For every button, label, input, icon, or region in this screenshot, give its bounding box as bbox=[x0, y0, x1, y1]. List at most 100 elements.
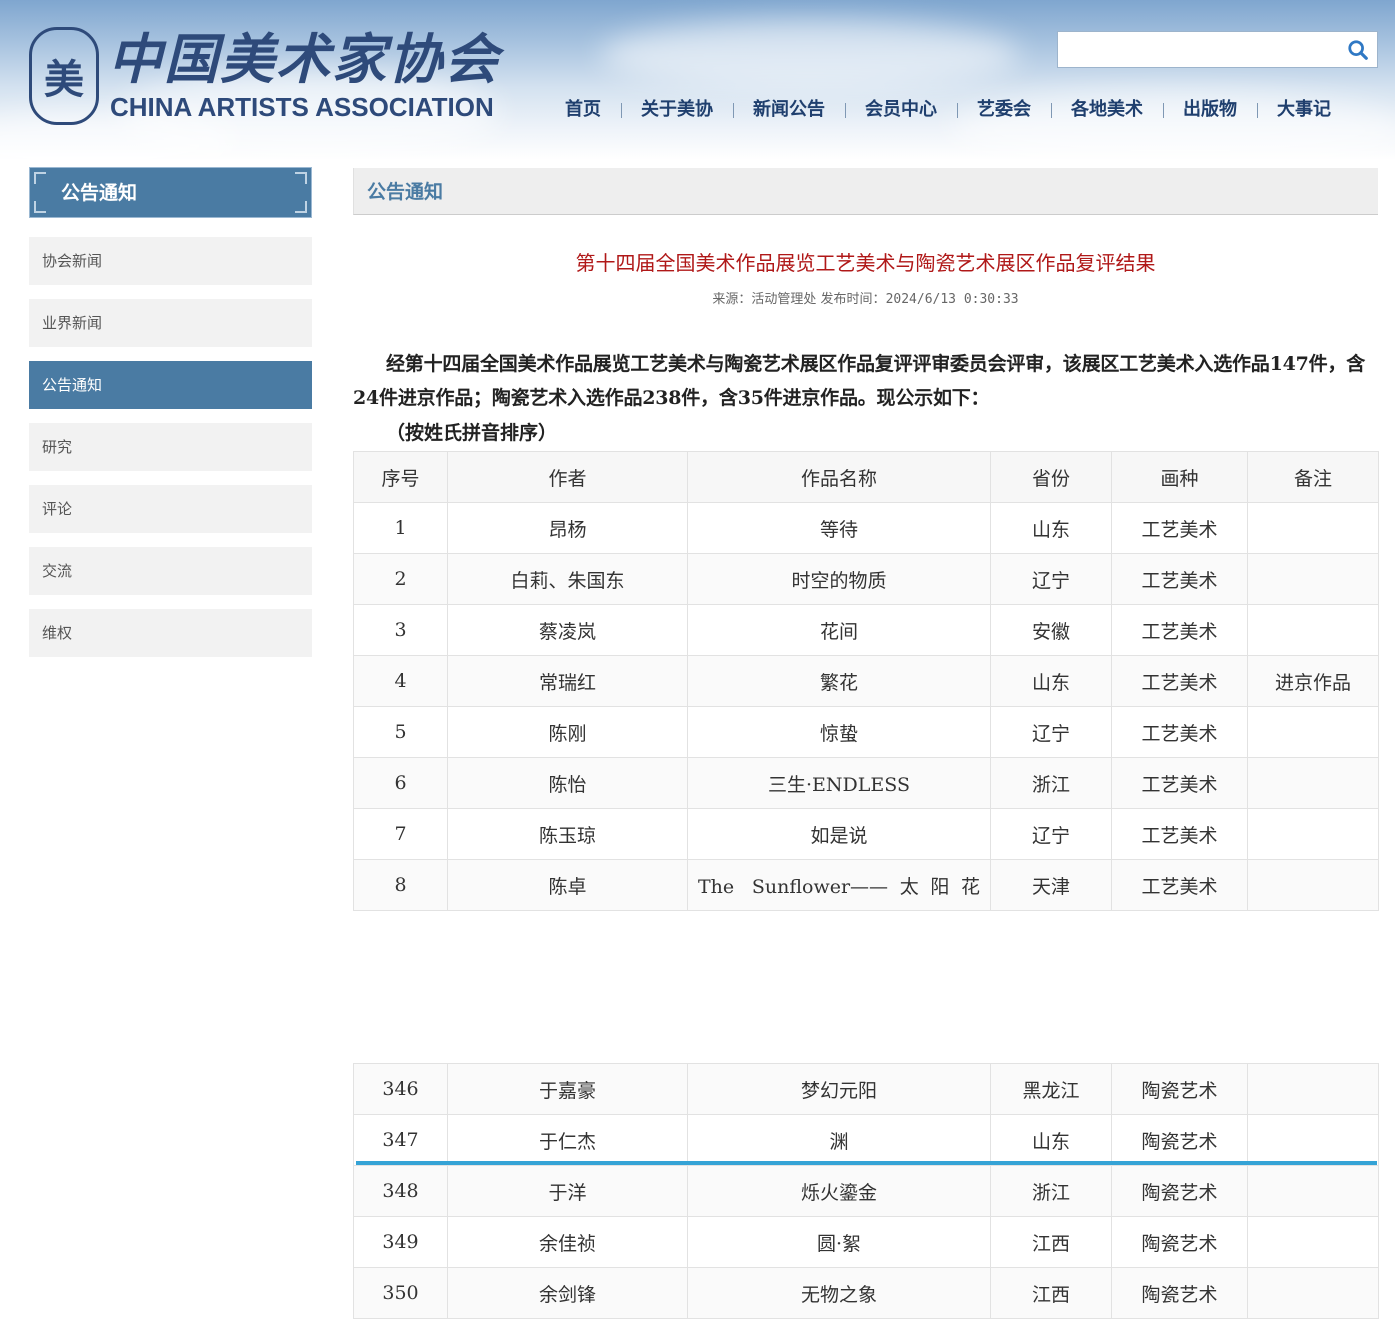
corner-ornament bbox=[34, 201, 46, 213]
table-cell bbox=[1247, 859, 1379, 911]
table-cell: 2 bbox=[353, 553, 448, 605]
nav-item-publications[interactable]: 出版物 bbox=[1163, 94, 1257, 126]
nav-item-about[interactable]: 关于美协 bbox=[621, 94, 733, 126]
table-cell bbox=[1247, 1165, 1379, 1217]
sidebar-title: 公告通知 bbox=[29, 167, 312, 218]
table-cell: 3 bbox=[353, 604, 448, 656]
table-cell: 5 bbox=[353, 706, 448, 758]
table-row: 346 于嘉豪 梦幻元阳 黑龙江 陶瓷艺术 bbox=[353, 1063, 1379, 1115]
sidebar-item-announcements[interactable]: 公告通知 bbox=[29, 361, 312, 409]
highlight-divider bbox=[356, 1161, 1377, 1165]
table-cell: 常瑞红 bbox=[447, 655, 688, 707]
logo-emblem[interactable]: 美 bbox=[29, 27, 99, 125]
table-gap bbox=[353, 911, 1378, 1063]
table-cell: 浙江 bbox=[990, 1165, 1112, 1217]
corner-ornament bbox=[295, 201, 307, 213]
section-title-bar: 公告通知 bbox=[353, 168, 1378, 215]
sidebar-title-label: 公告通知 bbox=[61, 182, 138, 204]
table-cell: 工艺美术 bbox=[1111, 502, 1248, 554]
table-row: 8 陈卓 The Sunflower——太阳花 天津 工艺美术 bbox=[353, 859, 1379, 911]
date-label: 发布时间： bbox=[820, 292, 886, 307]
table-cell: 山东 bbox=[990, 502, 1112, 554]
table-header-cell: 作者 bbox=[447, 451, 688, 503]
table-row: 6 陈怡 三生·ENDLESS 浙江 工艺美术 bbox=[353, 757, 1379, 809]
sidebar-item-industry-news[interactable]: 业界新闻 bbox=[29, 299, 312, 347]
table-cell: 陈卓 bbox=[447, 859, 688, 911]
nav-item-home[interactable]: 首页 bbox=[545, 94, 621, 126]
table-cell: 辽宁 bbox=[990, 808, 1112, 860]
article-title: 第十四届全国美术作品展览工艺美术与陶瓷艺术展区作品复评结果 bbox=[575, 251, 1156, 275]
table-cell: 渊 bbox=[687, 1114, 991, 1166]
table-cell: 江西 bbox=[990, 1267, 1112, 1319]
table-cell: 工艺美术 bbox=[1111, 553, 1248, 605]
corner-ornament bbox=[295, 172, 307, 184]
table-header-cell: 备注 bbox=[1247, 451, 1379, 503]
table-row: 5 陈刚 惊蛰 辽宁 工艺美术 bbox=[353, 706, 1379, 758]
table-cell: 安徽 bbox=[990, 604, 1112, 656]
table-cell: 余剑锋 bbox=[447, 1267, 688, 1319]
table-row: 4 常瑞红 繁花 山东 工艺美术 进京作品 bbox=[353, 655, 1379, 707]
table-cell: 工艺美术 bbox=[1111, 604, 1248, 656]
table-row: 347 于仁杰渊山东 陶瓷艺术 bbox=[353, 1114, 1379, 1166]
table-cell: 梦幻元阳 bbox=[687, 1063, 991, 1115]
table-row: 1 昂杨 等待 山东 工艺美术 bbox=[353, 502, 1379, 554]
nav-item-news[interactable]: 新闻公告 bbox=[733, 94, 845, 126]
table-cell: 时空的物质 bbox=[687, 553, 991, 605]
table-cell: 陶瓷艺术 bbox=[1111, 1216, 1248, 1268]
table-cell: 347 bbox=[353, 1114, 448, 1166]
search-icon[interactable] bbox=[1347, 39, 1369, 61]
table-cell: 于仁杰 bbox=[447, 1114, 688, 1166]
table-row: 3 蔡凌岚 花间 安徽 工艺美术 bbox=[353, 604, 1379, 656]
table-cell: 工艺美术 bbox=[1111, 808, 1248, 860]
nav-item-regional[interactable]: 各地美术 bbox=[1051, 94, 1163, 126]
logo-english-name[interactable]: CHINA ARTISTS ASSOCIATION bbox=[110, 91, 510, 123]
table-header-cell: 画种 bbox=[1111, 451, 1248, 503]
table-header-cell: 作品名称 bbox=[687, 451, 991, 503]
table-cell: 陶瓷艺术 bbox=[1111, 1063, 1248, 1115]
table-cell: 无物之象 bbox=[687, 1267, 991, 1319]
table-cell: 陈怡 bbox=[447, 757, 688, 809]
table-cell: 陈玉琼 bbox=[447, 808, 688, 860]
sidebar-item-rights[interactable]: 维权 bbox=[29, 609, 312, 657]
table-cell: 于洋 bbox=[447, 1165, 688, 1217]
table-cell: 8 bbox=[353, 859, 448, 911]
table-cell bbox=[1247, 553, 1379, 605]
table-header-row: 序号 作者 作品名称 省份 画种 备注 bbox=[353, 451, 1379, 503]
search-box bbox=[1057, 31, 1378, 68]
sidebar-item-research[interactable]: 研究 bbox=[29, 423, 312, 471]
table-cell: 惊蛰 bbox=[687, 706, 991, 758]
table-cell: 6 bbox=[353, 757, 448, 809]
table-cell: 349 bbox=[353, 1216, 448, 1268]
table-header-cell: 省份 bbox=[990, 451, 1112, 503]
table-header-cell: 序号 bbox=[353, 451, 448, 503]
nav-item-members[interactable]: 会员中心 bbox=[845, 94, 957, 126]
table-cell bbox=[1247, 1267, 1379, 1319]
search-input[interactable] bbox=[1058, 32, 1338, 67]
table-cell: 白莉、朱国东 bbox=[447, 553, 688, 605]
sidebar-item-association-news[interactable]: 协会新闻 bbox=[29, 237, 312, 285]
article-meta: 来源：活动管理处 发布时间：2024/6/13 0:30:33 bbox=[353, 288, 1378, 312]
table-cell: 蔡凌岚 bbox=[447, 604, 688, 656]
table-cell: 348 bbox=[353, 1165, 448, 1217]
table-cell bbox=[1247, 1114, 1379, 1166]
logo-chinese-name[interactable]: 中国美术家协会 bbox=[108, 26, 508, 92]
table-cell: 陈刚 bbox=[447, 706, 688, 758]
site-header: 美 中国美术家协会 CHINA ARTISTS ASSOCIATION 首页 关… bbox=[0, 0, 1395, 160]
nav-item-art-committee[interactable]: 艺委会 bbox=[957, 94, 1051, 126]
source-value: 活动管理处 bbox=[751, 292, 817, 307]
table-cell: 工艺美术 bbox=[1111, 655, 1248, 707]
nav-item-chronicle[interactable]: 大事记 bbox=[1257, 94, 1351, 126]
table-row: 7 陈玉琼 如是说 辽宁 工艺美术 bbox=[353, 808, 1379, 860]
source-label: 来源： bbox=[712, 292, 752, 307]
table-cell: 烁火鎏金 bbox=[687, 1165, 991, 1217]
table-cell: 余佳祯 bbox=[447, 1216, 688, 1268]
sidebar-item-exchange[interactable]: 交流 bbox=[29, 547, 312, 595]
table-cell: 山东 bbox=[990, 655, 1112, 707]
sidebar-item-commentary[interactable]: 评论 bbox=[29, 485, 312, 533]
results-table-bottom: 346 于嘉豪 梦幻元阳 黑龙江 陶瓷艺术 347 于仁杰渊山东 陶瓷艺术 348 于洋 烁火鎏金浙… bbox=[353, 1063, 1379, 1319]
results-table-top: 序号 作者 作品名称 省份 画种 备注 1 昂杨 等待 山东 工艺美术 2 白莉、朱国东 时空的物质 辽宁工… bbox=[353, 451, 1379, 911]
table-cell: 346 bbox=[353, 1063, 448, 1115]
table-cell: The Sunflower——太阳花 bbox=[687, 859, 991, 911]
table-cell: 于嘉豪 bbox=[447, 1063, 688, 1115]
table-cell: 4 bbox=[353, 655, 448, 707]
